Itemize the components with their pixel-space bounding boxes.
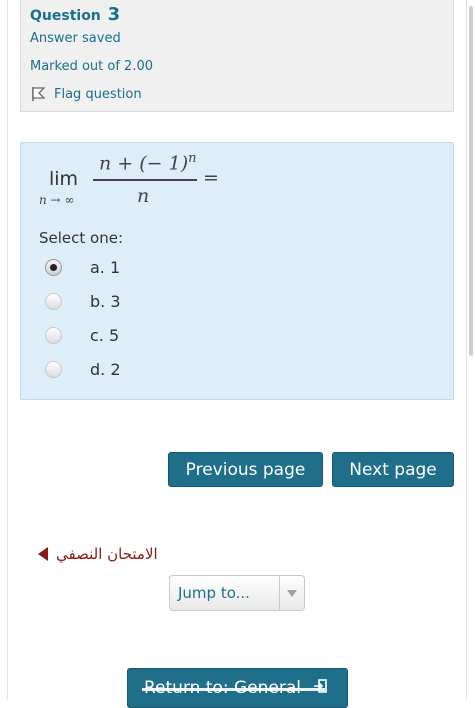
formula-equals: = [203,167,219,189]
question-label: Question [30,8,101,24]
question-title: Question 3 [30,4,120,25]
radio-button[interactable] [45,326,62,344]
question-grade: Marked out of 2.00 [30,59,154,74]
jump-to-select[interactable]: Jump to... [169,575,305,611]
question-state: Answer saved [30,31,121,46]
return-underline [142,688,325,691]
option-letter: d. [90,359,106,379]
radio-button[interactable] [45,360,62,378]
fraction-bar [93,179,197,181]
answer-option-d[interactable]: d. 2 [45,357,121,381]
triangle-left-icon [38,547,48,561]
select-one-prompt: Select one: [39,229,124,247]
flag-question-label: Flag question [54,86,142,102]
question-info-panel: Question 3 Answer saved Marked out of 2.… [20,0,454,112]
previous-activity-label: الامتحان النصفي [56,545,158,563]
formula-denominator: n [137,185,150,207]
question-content-panel: lim n → ∞ n + (− 1)n n = Select one: a. … [20,142,454,400]
page-border-left [7,0,8,700]
answer-option-c[interactable]: c. 5 [45,323,119,347]
option-value: 5 [108,325,120,345]
return-icon [314,679,327,693]
numerator-main: n + (− 1) [99,152,189,175]
previous-activity-link[interactable]: الامتحان النصفي [38,545,158,563]
question-number: 3 [107,4,121,25]
limit-operator: lim [49,168,79,190]
numerator-exponent: n [188,151,197,166]
option-letter: a. [90,257,105,277]
scrollbar[interactable] [469,6,473,356]
jump-to-label: Jump to... [178,584,250,602]
option-value: 1 [109,257,121,277]
next-page-button[interactable]: Next page [332,452,454,487]
answer-option-a[interactable]: a. 1 [45,255,120,279]
option-letter: c. [90,325,104,345]
answer-option-b[interactable]: b. 3 [45,289,121,313]
option-letter: b. [90,291,106,311]
chevron-down-icon [279,576,304,610]
math-formula: lim n → ∞ n + (− 1)n n = [21,143,453,213]
previous-page-button[interactable]: Previous page [168,452,323,487]
radio-button-selected[interactable] [45,258,62,276]
formula-numerator: n + (− 1)n [99,151,196,174]
page-border-right [466,0,467,700]
option-value: 2 [110,359,121,379]
radio-button[interactable] [45,292,62,310]
return-to-general-button[interactable]: Return to: General [127,668,348,708]
flag-icon [32,87,46,101]
flag-question-link[interactable]: Flag question [30,86,142,102]
option-value: 3 [110,291,121,311]
limit-subscript: n → ∞ [39,193,75,207]
